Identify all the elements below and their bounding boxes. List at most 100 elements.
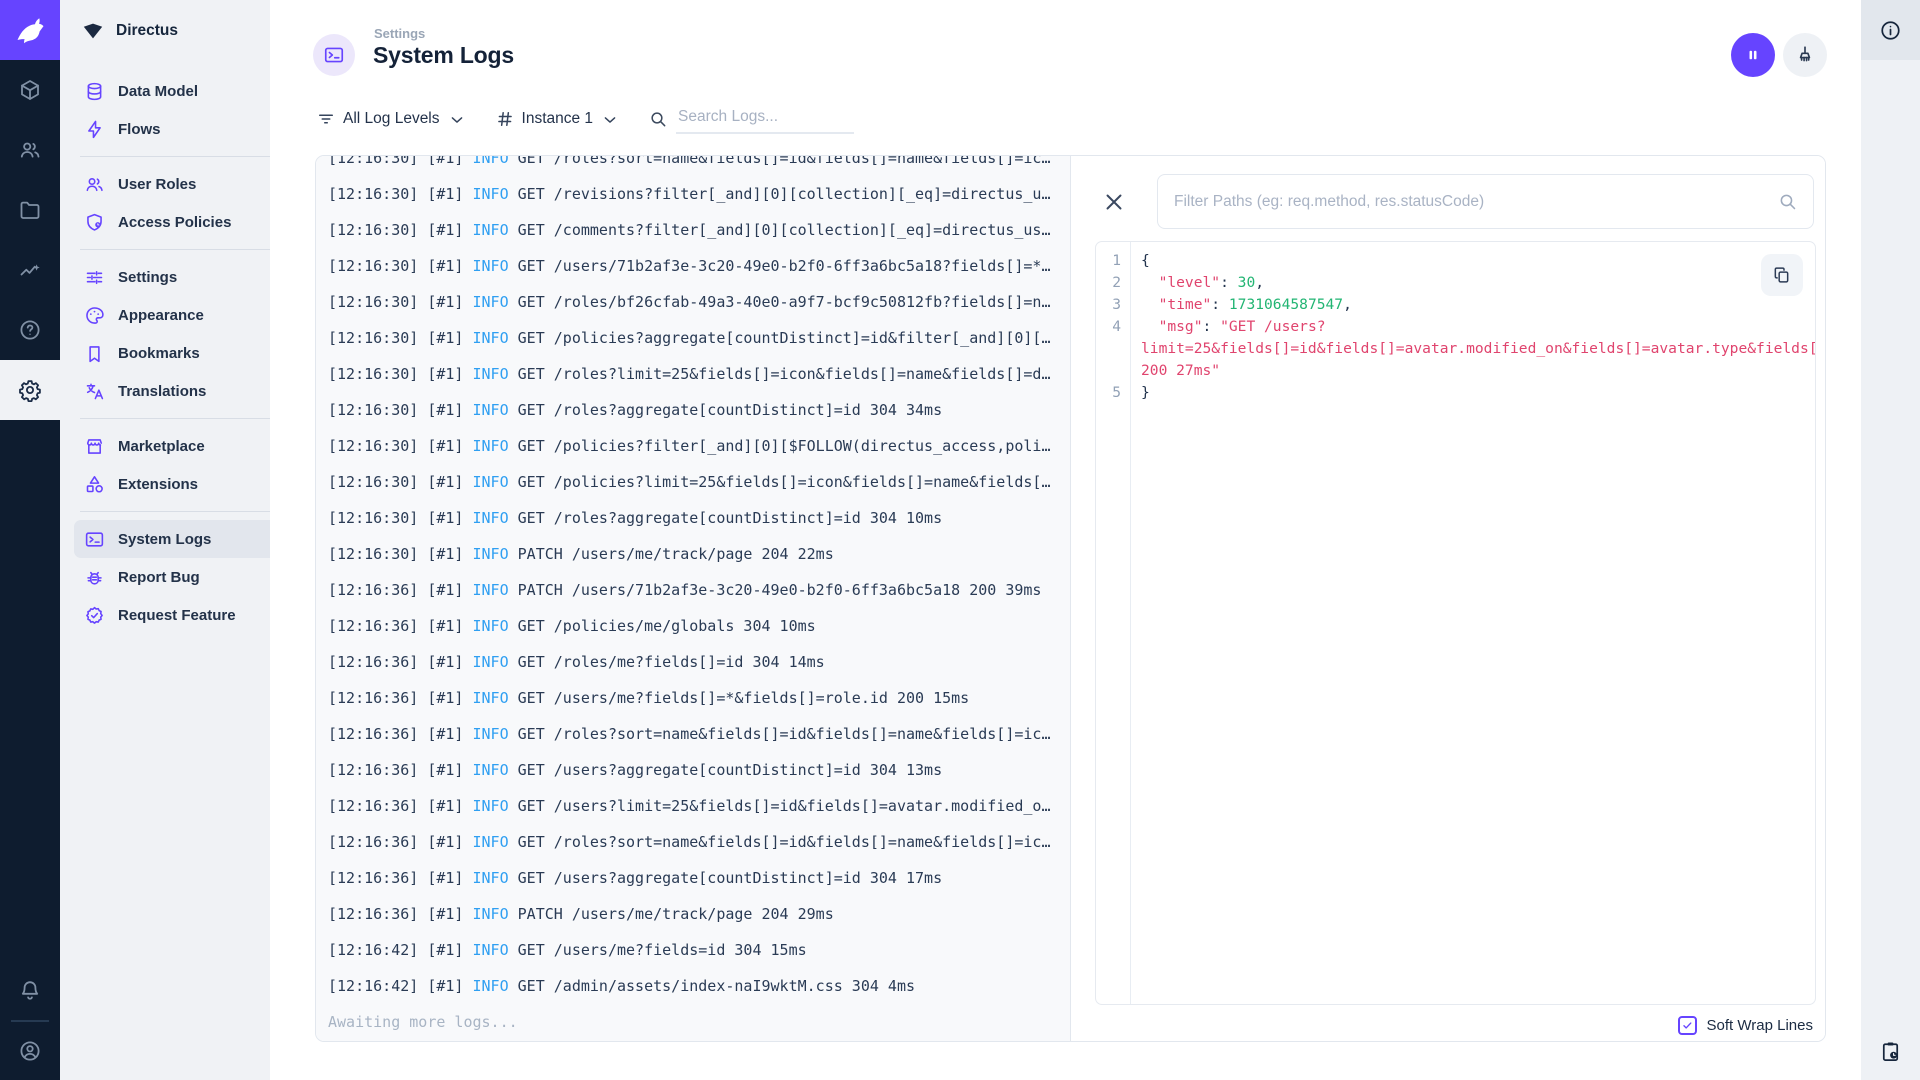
nav-item-bookmarks[interactable]: Bookmarks	[74, 334, 270, 372]
module-docs-button[interactable]	[0, 300, 60, 360]
log-row[interactable]: [12:16:36] [#1] INFO GET /policies/me/gl…	[328, 608, 1058, 644]
log-level-filter[interactable]: All Log Levels	[316, 109, 465, 129]
log-row[interactable]: [12:16:42] [#1] INFO GET /admin/assets/i…	[328, 968, 1058, 1004]
log-timestamp: [12:16:30] [#1]	[328, 473, 473, 491]
module-settings-button[interactable]	[0, 360, 60, 420]
clear-logs-button[interactable]	[1783, 33, 1827, 77]
copy-json-button[interactable]	[1761, 254, 1803, 296]
log-timestamp: [12:16:36] [#1]	[328, 617, 473, 635]
terminal-icon	[84, 529, 105, 550]
nav-item-system-logs[interactable]: System Logs	[74, 520, 270, 558]
nav-item-request-feature[interactable]: Request Feature	[74, 596, 270, 634]
line-number: 2	[1112, 274, 1121, 291]
copy-icon	[1772, 265, 1792, 285]
log-timestamp: [12:16:30] [#1]	[328, 365, 473, 383]
log-row[interactable]: [12:16:30] [#1] INFO GET /policies?limit…	[328, 464, 1058, 500]
directus-logo[interactable]	[0, 0, 60, 60]
nav-item-label: Translations	[118, 382, 207, 400]
log-row[interactable]: [12:16:36] [#1] INFO GET /users/me?field…	[328, 680, 1058, 716]
nav-item-appearance[interactable]: Appearance	[74, 296, 270, 334]
nav-item-marketplace[interactable]: Marketplace	[74, 427, 270, 465]
module-content-button[interactable]	[0, 60, 60, 120]
log-message: GET /users/71b2af3e-3c20-49e0-b2f0-6ff3a…	[508, 257, 1051, 275]
module-users-button[interactable]	[0, 120, 60, 180]
log-row[interactable]: [12:16:30] [#1] INFO PATCH /users/me/tra…	[328, 536, 1058, 572]
log-row[interactable]: [12:16:36] [#1] INFO GET /users?aggregat…	[328, 860, 1058, 896]
log-message: GET /roles?sort=name&fields[]=id&fields[…	[508, 833, 1051, 851]
log-row[interactable]: [12:16:30] [#1] INFO GET /roles?sort=nam…	[328, 156, 1058, 176]
close-detail-button[interactable]	[1101, 189, 1127, 215]
database-icon	[84, 81, 105, 102]
feature-icon	[84, 605, 105, 626]
log-level: INFO	[472, 329, 509, 347]
log-message: GET /users?limit=25&fields[]=id&fields[]…	[508, 797, 1051, 815]
line-number: 1	[1112, 252, 1121, 269]
shield-person-icon	[84, 212, 105, 233]
nav-item-extensions[interactable]: Extensions	[74, 465, 270, 503]
log-level: INFO	[472, 653, 509, 671]
instance-filter[interactable]: Instance 1	[495, 109, 619, 129]
search-icon	[648, 109, 668, 129]
log-message: GET /policies/me/globals 304 10ms	[508, 617, 816, 635]
module-files-button[interactable]	[0, 180, 60, 240]
info-sidebar-button[interactable]	[1861, 0, 1920, 60]
project-header[interactable]: Directus	[60, 0, 270, 62]
log-row[interactable]: [12:16:36] [#1] INFO GET /roles?sort=nam…	[328, 716, 1058, 752]
log-list-pane[interactable]: [12:16:30] [#1] INFO GET /roles?sort=nam…	[316, 156, 1071, 1041]
nav-item-data-model[interactable]: Data Model	[74, 72, 270, 110]
log-row[interactable]: [12:16:36] [#1] INFO PATCH /users/me/tra…	[328, 896, 1058, 932]
log-row[interactable]: [12:16:30] [#1] INFO GET /roles/bf26cfab…	[328, 284, 1058, 320]
log-row[interactable]: [12:16:36] [#1] INFO GET /users?aggregat…	[328, 752, 1058, 788]
log-timestamp: [12:16:36] [#1]	[328, 797, 473, 815]
nav-item-label: Extensions	[118, 475, 199, 493]
clipboard-history-button[interactable]	[1861, 1022, 1920, 1080]
soft-wrap-checkbox[interactable]	[1677, 1016, 1697, 1035]
pause-logs-button[interactable]	[1731, 33, 1775, 77]
log-row[interactable]: [12:16:30] [#1] INFO GET /comments?filte…	[328, 212, 1058, 248]
nav-item-translations[interactable]: Translations	[74, 372, 270, 410]
page-icon-badge[interactable]	[313, 34, 355, 76]
nav-item-settings[interactable]: Settings	[74, 258, 270, 296]
log-row[interactable]: [12:16:30] [#1] INFO GET /roles?limit=25…	[328, 356, 1058, 392]
bug-icon	[84, 567, 105, 588]
palette-icon	[84, 305, 105, 326]
log-message: GET /policies?aggregate[countDistinct]=i…	[508, 329, 1051, 347]
nav-item-user-roles[interactable]: User Roles	[74, 165, 270, 203]
log-row[interactable]: [12:16:30] [#1] INFO GET /policies?aggre…	[328, 320, 1058, 356]
nav-item-label: Flows	[118, 120, 161, 138]
close-icon	[1101, 189, 1127, 215]
log-level: INFO	[472, 293, 509, 311]
log-row[interactable]: [12:16:30] [#1] INFO GET /users/71b2af3e…	[328, 248, 1058, 284]
log-row[interactable]: [12:16:36] [#1] INFO GET /users?limit=25…	[328, 788, 1058, 824]
log-level: INFO	[472, 257, 509, 275]
nav-divider	[80, 418, 270, 419]
notifications-button[interactable]	[0, 962, 60, 1020]
log-row[interactable]: [12:16:30] [#1] INFO GET /policies?filte…	[328, 428, 1058, 464]
log-level: INFO	[472, 761, 509, 779]
log-row[interactable]: [12:16:36] [#1] INFO PATCH /users/71b2af…	[328, 572, 1058, 608]
module-insights-button[interactable]	[0, 240, 60, 300]
account-button[interactable]	[0, 1022, 60, 1080]
broom-icon	[1794, 44, 1816, 66]
project-shield-icon	[81, 19, 105, 43]
log-timestamp: [12:16:30] [#1]	[328, 293, 473, 311]
nav-item-report-bug[interactable]: Report Bug	[74, 558, 270, 596]
log-row[interactable]: [12:16:30] [#1] INFO GET /roles?aggregat…	[328, 500, 1058, 536]
log-row[interactable]: [12:16:36] [#1] INFO GET /roles/me?field…	[328, 644, 1058, 680]
log-level: INFO	[472, 905, 509, 923]
log-timestamp: [12:16:30] [#1]	[328, 257, 473, 275]
nav-item-flows[interactable]: Flows	[74, 110, 270, 148]
log-row[interactable]: [12:16:30] [#1] INFO GET /revisions?filt…	[328, 176, 1058, 212]
nav-item-access-policies[interactable]: Access Policies	[74, 203, 270, 241]
account-icon	[18, 1039, 42, 1063]
logs-container: [12:16:30] [#1] INFO GET /roles?sort=nam…	[315, 155, 1826, 1042]
bolt-icon	[84, 119, 105, 140]
log-row[interactable]: [12:16:30] [#1] INFO GET /roles?aggregat…	[328, 392, 1058, 428]
log-level: INFO	[472, 401, 509, 419]
terminal-icon	[323, 44, 345, 66]
log-row[interactable]: [12:16:42] [#1] INFO GET /users/me?field…	[328, 932, 1058, 968]
log-message: GET /policies?limit=25&fields[]=icon&fie…	[508, 473, 1051, 491]
filter-paths-input[interactable]	[1157, 174, 1814, 229]
log-row[interactable]: [12:16:36] [#1] INFO GET /roles?sort=nam…	[328, 824, 1058, 860]
search-logs-input[interactable]	[676, 104, 855, 134]
